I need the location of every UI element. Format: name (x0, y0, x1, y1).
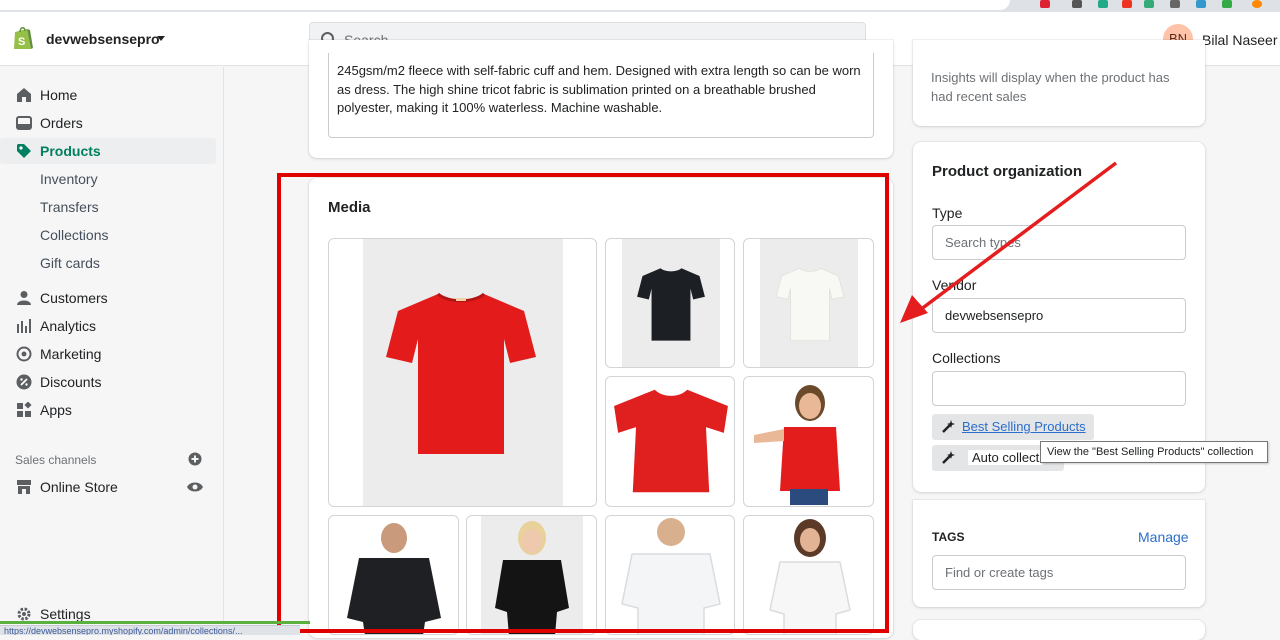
sidebar-item-customers[interactable]: Customers (0, 285, 224, 311)
tags-card (913, 500, 1205, 607)
sidebar-item-analytics[interactable]: Analytics (0, 313, 224, 339)
store-icon (17, 480, 31, 494)
store-name[interactable]: devwebsensepro (46, 31, 160, 47)
sidebar-item-apps[interactable]: Apps (0, 397, 224, 423)
magic-wand-icon (942, 420, 955, 433)
best-selling-collection-link[interactable]: Best Selling Products (962, 419, 1086, 434)
sidebar-item-products[interactable]: Products (0, 138, 216, 164)
discount-icon (16, 374, 32, 390)
sidebar: Home Orders Products Inventory Transfers… (0, 67, 224, 635)
description-text[interactable]: 245gsm/m2 fleece with self-fabric cuff a… (337, 62, 867, 118)
browser-address-bar-edge (0, 0, 1280, 12)
sidebar-item-label: Apps (40, 402, 72, 418)
extension-icon[interactable] (1222, 0, 1232, 8)
sidebar-item-label: Customers (40, 290, 108, 306)
extension-icon[interactable] (1098, 0, 1108, 8)
address-bar[interactable] (0, 0, 1010, 10)
sidebar-item-label: Orders (40, 115, 83, 131)
svg-text:S: S (18, 36, 25, 48)
shopify-logo-icon[interactable]: S (12, 25, 34, 51)
extension-icon[interactable] (1196, 0, 1206, 8)
user-name[interactable]: Bilal Naseer (1202, 32, 1277, 48)
add-channel-icon[interactable] (188, 452, 202, 466)
tags-title: TAGS (932, 530, 965, 544)
next-card (913, 620, 1205, 640)
sidebar-item-collections[interactable]: Collections (40, 227, 108, 243)
sidebar-item-discounts[interactable]: Discounts (0, 369, 224, 395)
tag-icon (17, 144, 31, 158)
sidebar-item-label: Marketing (40, 346, 102, 362)
person-icon (17, 291, 31, 305)
insights-text: Insights will display when the product h… (931, 70, 1170, 104)
manage-tags-link[interactable]: Manage (1138, 529, 1189, 545)
sidebar-item-home[interactable]: Home (0, 82, 224, 108)
sales-channels-heading: Sales channels (15, 453, 97, 467)
orders-icon (16, 116, 32, 130)
sidebar-item-transfers[interactable]: Transfers (40, 199, 99, 215)
sidebar-item-orders[interactable]: Orders (0, 110, 224, 136)
sidebar-item-gift-cards[interactable]: Gift cards (40, 255, 100, 271)
sidebar-item-label: Discounts (40, 374, 102, 390)
sidebar-item-label: Settings (40, 606, 91, 622)
status-bar-url: https://devwebsensepro.myshopify.com/adm… (0, 625, 300, 635)
collection-tooltip: View the "Best Selling Products" collect… (1040, 441, 1268, 463)
target-icon (16, 346, 32, 362)
annotation-arrow-icon (900, 161, 1118, 323)
sidebar-item-inventory[interactable]: Inventory (40, 171, 98, 187)
insights-card: Insights will display when the product h… (913, 40, 1205, 126)
collections-field[interactable] (932, 371, 1186, 406)
chevron-down-icon[interactable] (157, 36, 165, 41)
highlight-frame (277, 173, 889, 633)
magic-wand-icon (942, 451, 955, 464)
extension-icon[interactable] (1040, 0, 1050, 8)
home-icon (17, 88, 31, 102)
tags-placeholder: Find or create tags (945, 565, 1054, 580)
loading-indicator (0, 621, 310, 624)
gear-icon (17, 607, 31, 621)
tags-field[interactable]: Find or create tags (932, 555, 1186, 590)
extension-icon[interactable] (1144, 0, 1154, 8)
sidebar-item-label: Home (40, 87, 78, 103)
best-selling-collection-tag[interactable]: Best Selling Products (932, 414, 1094, 440)
eye-icon[interactable] (186, 481, 204, 493)
extension-icon[interactable] (1170, 0, 1180, 8)
sidebar-item-marketing[interactable]: Marketing (0, 341, 224, 367)
sidebar-item-label: Analytics (40, 318, 97, 334)
sidebar-item-label: Products (40, 143, 101, 159)
extension-icon[interactable] (1252, 0, 1262, 8)
collections-label: Collections (932, 350, 1001, 366)
apps-icon (17, 402, 32, 417)
extension-icon[interactable] (1122, 0, 1132, 8)
bar-chart-icon (17, 319, 31, 333)
sidebar-item-label: Online Store (40, 479, 118, 495)
extension-icon[interactable] (1072, 0, 1082, 8)
auto-collection-label: Auto collect (968, 450, 1044, 465)
